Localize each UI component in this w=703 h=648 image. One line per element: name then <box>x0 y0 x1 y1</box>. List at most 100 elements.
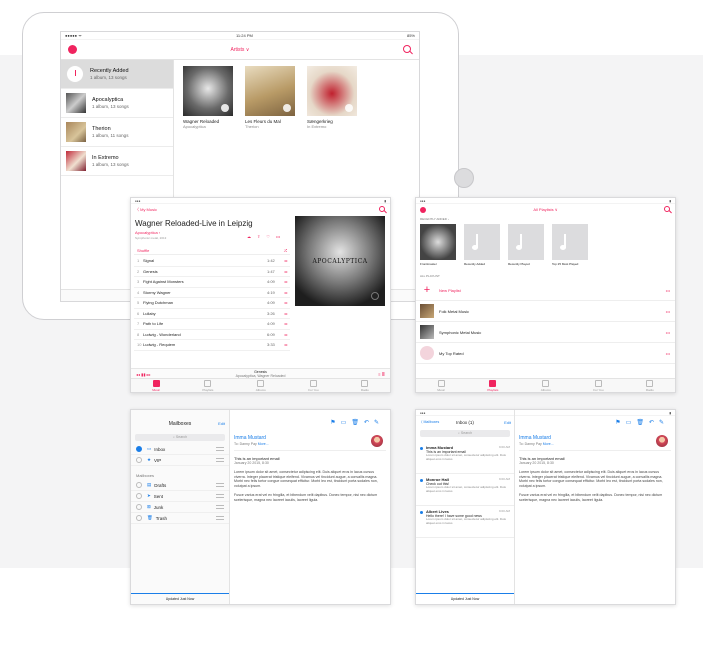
album-artist-link[interactable]: Apocalyptica › <box>135 230 160 235</box>
more-icon[interactable]: ••• <box>279 290 287 295</box>
more-icon[interactable]: ••• <box>666 309 670 314</box>
checkbox[interactable] <box>136 515 142 521</box>
track-row[interactable]: 3 Fight Against Monsters 4:09 ••• <box>134 277 290 288</box>
tab-albums[interactable]: Albums <box>256 380 266 392</box>
track-row[interactable]: 1 Signal 1:42 ••• <box>134 256 290 267</box>
playlist-row[interactable]: Symphonic Metal Music ••• <box>416 322 675 343</box>
message-toolbar[interactable]: ⚑▭🗑↶✎ <box>615 419 669 426</box>
search-icon[interactable] <box>403 45 411 53</box>
album-card[interactable]: Wagner Reloaded Apocalyptica <box>183 66 233 129</box>
folder-name: Drafts <box>154 482 167 488</box>
track-row[interactable]: 8 Ludwig - Wonderland 6:09 ••• <box>134 330 290 340</box>
reorder-icon[interactable] <box>216 494 224 498</box>
edit-button[interactable]: Edit <box>218 421 225 426</box>
artist-row[interactable]: In Extremo 1 album, 13 songs <box>61 147 173 176</box>
back-button[interactable]: 〈 My Music <box>135 207 157 213</box>
profile-icon[interactable] <box>68 45 77 54</box>
play-icon[interactable] <box>371 292 379 300</box>
play-icon[interactable] <box>221 104 229 112</box>
message-row[interactable]: Albert Lives 9:00 AM Hello there! I have s… <box>416 506 514 538</box>
more-link[interactable]: More... <box>258 442 269 446</box>
shuffle-row[interactable]: Shuffle ⤮ <box>134 246 290 255</box>
folder-row[interactable]: ▤ Drafts <box>131 480 229 491</box>
more-icon[interactable]: ••• <box>276 234 280 239</box>
new-playlist-row[interactable]: + New Playlist ••• <box>416 280 675 301</box>
reorder-icon[interactable] <box>216 447 224 451</box>
tab-radio[interactable]: Radio <box>361 380 369 392</box>
reorder-icon[interactable] <box>216 483 224 487</box>
checkbox-checked[interactable] <box>136 446 142 452</box>
message-row[interactable]: Imma Mustard 9:00 AM This is an important … <box>416 442 514 474</box>
artist-row[interactable]: Therion 1 album, 11 songs <box>61 118 173 147</box>
play-icon[interactable] <box>283 104 291 112</box>
recent-playlist-card[interactable]: Frontimaster <box>420 224 456 266</box>
heart-icon[interactable]: ♡ <box>266 234 270 239</box>
tab-playlists[interactable]: Playlists <box>202 380 213 392</box>
nav-title[interactable]: Artists ∨ <box>231 47 250 53</box>
sender-name[interactable]: Imma Mustard <box>234 435 266 441</box>
play-icon[interactable] <box>345 104 353 112</box>
playback-controls[interactable]: ◂◂ ▮▮ ▸▸ <box>136 372 151 377</box>
tab-music[interactable]: Music <box>152 380 160 392</box>
track-row[interactable]: 10 Ludwig - Requiem 3:33 ••• <box>134 340 290 351</box>
message-row[interactable]: Monroe Hall 9:00 AM Check out this! Lorem i… <box>416 474 514 506</box>
playlist-row[interactable]: Folk Metal Music ••• <box>416 301 675 322</box>
more-icon[interactable]: ••• <box>279 342 287 347</box>
search-icon[interactable] <box>379 206 385 212</box>
more-icon[interactable]: ••• <box>666 330 670 335</box>
more-icon[interactable]: ••• <box>279 332 287 337</box>
album-card[interactable]: Sængerkrieg In Extremo <box>307 66 357 129</box>
more-icon[interactable]: ••• <box>279 311 287 316</box>
more-icon[interactable]: ••• <box>279 321 287 326</box>
track-row[interactable]: 7 Path to Life 4:09 ••• <box>134 319 290 330</box>
edit-button[interactable]: Edit <box>504 420 511 425</box>
home-button[interactable] <box>454 168 474 188</box>
tab-playlists[interactable]: Playlists <box>487 380 498 392</box>
track-row[interactable]: 2 Genesis 1:47 ••• <box>134 267 290 277</box>
more-link[interactable]: More... <box>543 442 554 446</box>
folder-row[interactable]: ➤ Sent <box>131 491 229 502</box>
checkbox[interactable] <box>136 482 142 488</box>
playlist-row[interactable]: My Top Rated ••• <box>416 343 675 364</box>
tab-for-you[interactable]: For You <box>593 380 603 392</box>
recent-playlist-card[interactable]: Recently Played <box>508 224 544 266</box>
recent-playlist-card[interactable]: Recently Added <box>464 224 500 266</box>
tab-for-you[interactable]: For You <box>308 380 318 392</box>
artist-row[interactable]: Apocalyptica 1 album, 13 songs <box>61 89 173 118</box>
album-card[interactable]: Les Fleurs du Mal Therion <box>245 66 295 129</box>
folder-row[interactable]: 🗑 Trash <box>131 513 229 524</box>
tab-music[interactable]: Music <box>437 380 445 392</box>
more-icon[interactable]: ••• <box>279 258 287 263</box>
more-icon[interactable]: ••• <box>279 279 287 284</box>
track-row[interactable]: 6 Lullaby 3:26 ••• <box>134 309 290 319</box>
mailbox-row[interactable]: ▭ Inbox <box>131 444 229 455</box>
more-icon[interactable]: ••• <box>666 351 670 356</box>
recent-playlist-card[interactable]: Top 25 Most Played <box>552 224 588 266</box>
music-nav: Artists ∨ <box>61 40 419 60</box>
folder-row[interactable]: ⊠ Junk <box>131 502 229 513</box>
track-row[interactable]: 4 Stormy Wagner 4:19 ••• <box>134 288 290 298</box>
reorder-icon[interactable] <box>216 516 224 520</box>
more-icon[interactable]: ••• <box>279 300 287 305</box>
tab-radio[interactable]: Radio <box>646 380 654 392</box>
mailbox-row[interactable]: ★ VIP <box>131 455 229 466</box>
search-input[interactable]: ⌕ Search <box>135 434 225 441</box>
reorder-icon[interactable] <box>216 458 224 462</box>
sender-name[interactable]: Imma Mustard <box>519 435 551 441</box>
search-icon[interactable] <box>664 206 670 212</box>
playlists-title[interactable]: All Playlists ∨ <box>416 207 675 212</box>
share-icon[interactable]: ⇪ <box>257 234 260 239</box>
search-input[interactable]: ⌕ Search <box>420 430 510 437</box>
queue-icon[interactable]: ≡ ≣ <box>378 372 385 377</box>
track-row[interactable]: 5 Flying Dutchman 4:09 ••• <box>134 298 290 309</box>
more-icon[interactable]: ••• <box>666 288 670 293</box>
more-icon[interactable]: ••• <box>279 269 287 274</box>
reorder-icon[interactable] <box>216 505 224 509</box>
message-toolbar[interactable]: ⚑▭🗑↶✎ <box>330 419 384 426</box>
checkbox[interactable] <box>136 504 142 510</box>
tab-albums[interactable]: Albums <box>541 380 551 392</box>
artist-row[interactable]: Recently Added 1 album, 13 songs <box>61 60 173 89</box>
download-icon[interactable]: ☁ <box>247 234 251 239</box>
checkbox[interactable] <box>136 493 142 499</box>
checkbox[interactable] <box>136 457 142 463</box>
